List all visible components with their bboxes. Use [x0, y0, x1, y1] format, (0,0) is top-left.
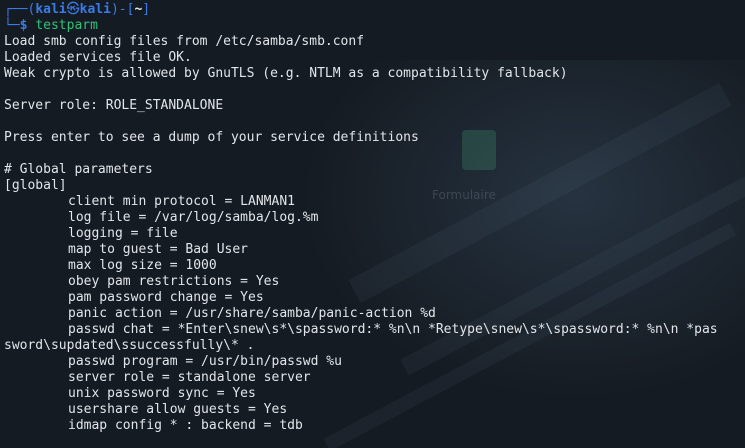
param-line: logging = file [68, 226, 178, 241]
param-line: client min protocol = LANMAN1 [68, 194, 295, 209]
press-enter-line: Press enter to see a dump of your servic… [4, 130, 419, 145]
prompt-at-symbol: ㉿ [66, 2, 80, 17]
prompt-dollar: $ [19, 18, 28, 33]
output-line: Load smb config files from /etc/samba/sm… [4, 34, 365, 49]
terminal-output[interactable]: ┌──(kali㉿kali)-[~] └─$ testparm Load smb… [4, 2, 745, 434]
param-line: server role = standalone server [68, 370, 311, 385]
output-line: Weak crypto is allowed by GnuTLS (e.g. N… [4, 66, 568, 81]
param-line: passwd program = /usr/bin/passwd %u [68, 354, 342, 369]
param-line: obey pam restrictions = Yes [68, 274, 280, 289]
param-line: pam password change = Yes [68, 290, 264, 305]
param-line: passwd chat = *Enter\snew\s*\spassword:*… [68, 322, 718, 337]
prompt-line-top: ┌──(kali㉿kali)-[~] [4, 2, 745, 18]
prompt-host: kali [79, 2, 111, 17]
output-line: Loaded services file OK. [4, 50, 192, 65]
prompt-frame: )-[ [110, 2, 135, 17]
param-line: usershare allow guests = Yes [68, 402, 288, 417]
param-line: panic action = /usr/share/samba/panic-ac… [68, 306, 436, 321]
prompt-line-bottom: └─$ testparm [4, 18, 745, 34]
prompt-frame: ┌──( [4, 2, 36, 17]
param-wrap-line: sword\supdated\ssuccessfully\* . [4, 338, 255, 353]
command-text: testparm [35, 18, 98, 33]
param-line: idmap config * : backend = tdb [68, 418, 303, 433]
prompt-user: kali [35, 2, 67, 17]
prompt-frame: └─ [4, 18, 20, 33]
param-line: log file = /var/log/samba/log.%m [68, 210, 319, 225]
server-role-line: Server role: ROLE_STANDALONE [4, 98, 224, 113]
param-line: map to guest = Bad User [68, 242, 249, 257]
global-comment-line: # Global parameters [4, 162, 153, 177]
global-section-line: [global] [4, 178, 67, 193]
prompt-frame: ] [142, 2, 151, 17]
param-line: max log size = 1000 [68, 258, 217, 273]
param-line: unix password sync = Yes [68, 386, 256, 401]
